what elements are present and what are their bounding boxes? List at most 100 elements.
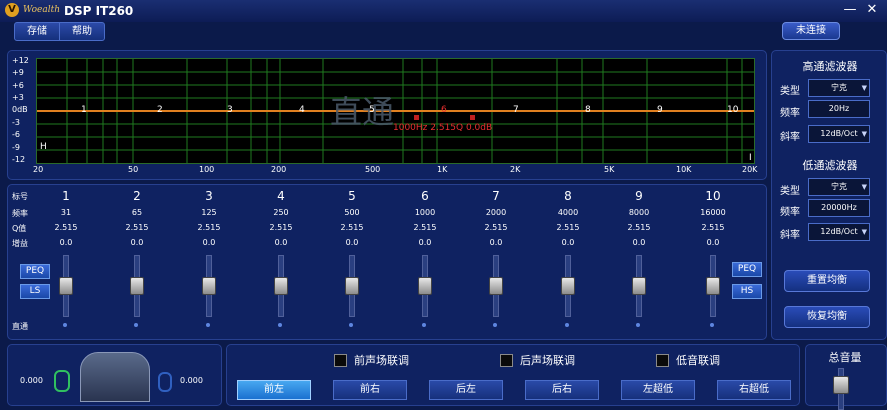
band-gain[interactable]: 0.0 (322, 238, 382, 247)
ls-button[interactable]: LS (20, 284, 50, 299)
gain-slider-thumb[interactable] (489, 277, 503, 295)
band-freq[interactable]: 1000 (395, 208, 455, 217)
band-gain[interactable]: 0.0 (395, 238, 455, 247)
gain-slider-thumb[interactable] (418, 277, 432, 295)
band-q[interactable]: 2.515 (538, 223, 598, 232)
bypass-dot[interactable] (422, 323, 426, 327)
band-freq[interactable]: 4000 (538, 208, 598, 217)
band-freq[interactable]: 31 (36, 208, 96, 217)
band-marker[interactable]: 8 (585, 105, 591, 115)
band-gain[interactable]: 0.0 (609, 238, 669, 247)
band-gain[interactable]: 0.0 (36, 238, 96, 247)
band-gain[interactable]: 0.0 (251, 238, 311, 247)
volume-slider-thumb[interactable] (833, 376, 849, 394)
restore-eq-button[interactable]: 恢复均衡 (784, 306, 870, 328)
band-freq[interactable]: 250 (251, 208, 311, 217)
band-freq[interactable]: 125 (179, 208, 239, 217)
gain-slider-thumb[interactable] (59, 277, 73, 295)
lowpass-freq-field[interactable]: 20000Hz (808, 199, 870, 217)
right-delay-value: 0.000 (180, 376, 203, 385)
band-q[interactable]: 2.515 (466, 223, 526, 232)
eq-point-marker[interactable] (470, 115, 475, 120)
band-marker[interactable]: 1 (81, 105, 87, 115)
band-marker[interactable]: 9 (657, 105, 663, 115)
band-marker[interactable]: 3 (227, 105, 233, 115)
right-speaker-icon[interactable] (158, 372, 172, 392)
band-freq[interactable]: 16000 (683, 208, 743, 217)
band-q[interactable]: 2.515 (179, 223, 239, 232)
band-q[interactable]: 2.515 (683, 223, 743, 232)
band-q[interactable]: 2.515 (322, 223, 382, 232)
menu-save[interactable]: 存储 (15, 23, 59, 40)
gain-slider-thumb[interactable] (632, 277, 646, 295)
band-q[interactable]: 2.515 (395, 223, 455, 232)
band-q[interactable]: 2.515 (609, 223, 669, 232)
rear-link-checkbox[interactable]: 后声场联调 (500, 352, 575, 368)
low-cut-marker[interactable]: H (40, 142, 47, 152)
channel-left-sub[interactable]: 左超低 (621, 380, 695, 400)
channel-rear-left[interactable]: 后左 (429, 380, 503, 400)
band-gain[interactable]: 0.0 (683, 238, 743, 247)
band-gain[interactable]: 0.0 (538, 238, 598, 247)
peq-button-left[interactable]: PEQ (20, 264, 50, 279)
band-freq[interactable]: 500 (322, 208, 382, 217)
gain-slider-thumb[interactable] (130, 277, 144, 295)
channel-front-right[interactable]: 前右 (333, 380, 407, 400)
band-q[interactable]: 2.515 (107, 223, 167, 232)
band-marker[interactable]: 5 (369, 105, 375, 115)
band-marker[interactable]: 6 (441, 105, 447, 115)
band-marker[interactable]: 2 (157, 105, 163, 115)
sub-link-checkbox[interactable]: 低音联调 (656, 352, 720, 368)
highpass-type-select[interactable]: 宁克 ▼ (808, 79, 870, 97)
band-gain[interactable]: 0.0 (107, 238, 167, 247)
left-speaker-icon[interactable] (54, 370, 70, 392)
band-gain[interactable]: 0.0 (179, 238, 239, 247)
front-link-checkbox[interactable]: 前声场联调 (334, 352, 409, 368)
bypass-dot[interactable] (493, 323, 497, 327)
lowpass-type-select[interactable]: 宁克 ▼ (808, 178, 870, 196)
gain-slider-thumb[interactable] (274, 277, 288, 295)
gain-slider-thumb[interactable] (202, 277, 216, 295)
hs-button[interactable]: HS (732, 284, 762, 299)
channel-rear-right[interactable]: 后右 (525, 380, 599, 400)
band-marker[interactable]: 10 (727, 105, 738, 115)
gain-slider-thumb[interactable] (561, 277, 575, 295)
eq-point-marker[interactable] (414, 115, 419, 120)
reset-eq-button[interactable]: 重置均衡 (784, 270, 870, 292)
eq-graph[interactable]: 直通 1000Hz 2.515Q 0.0dB H I 1 2 3 4 5 6 7… (36, 58, 755, 164)
highpass-freq-field[interactable]: 20Hz (808, 100, 870, 118)
y-tick: +9 (12, 68, 24, 77)
gain-slider-thumb[interactable] (345, 277, 359, 295)
bypass-dot[interactable] (63, 323, 67, 327)
band-q[interactable]: 2.515 (36, 223, 96, 232)
band-number: 5 (348, 189, 356, 203)
band-freq[interactable]: 8000 (609, 208, 669, 217)
channel-front-left[interactable]: 前左 (237, 380, 311, 400)
band-freq[interactable]: 2000 (466, 208, 526, 217)
gain-slider-thumb[interactable] (706, 277, 720, 295)
bypass-dot[interactable] (349, 323, 353, 327)
y-tick: -12 (12, 155, 26, 164)
bypass-dot[interactable] (636, 323, 640, 327)
band-q[interactable]: 2.515 (251, 223, 311, 232)
bypass-dot[interactable] (134, 323, 138, 327)
band-freq[interactable]: 65 (107, 208, 167, 217)
peq-button-right[interactable]: PEQ (732, 262, 762, 277)
minimize-button[interactable]: — (840, 1, 860, 19)
lowpass-slope-select[interactable]: 12dB/Oct ▼ (808, 223, 870, 241)
lowpass-title: 低通滤波器 (802, 159, 858, 172)
band-marker[interactable]: 4 (299, 105, 305, 115)
bypass-dot[interactable] (206, 323, 210, 327)
channel-right-sub[interactable]: 右超低 (717, 380, 791, 400)
close-button[interactable]: ✕ (862, 1, 882, 19)
highpass-slope-select[interactable]: 12dB/Oct ▼ (808, 125, 870, 143)
band-gain[interactable]: 0.0 (466, 238, 526, 247)
x-tick: 100 (199, 165, 215, 174)
bypass-dot[interactable] (278, 323, 282, 327)
high-cut-marker[interactable]: I (749, 153, 752, 163)
bypass-dot[interactable] (710, 323, 714, 327)
connect-button[interactable]: 未连接 (782, 22, 840, 40)
menu-help[interactable]: 帮助 (59, 23, 104, 40)
band-marker[interactable]: 7 (513, 105, 519, 115)
bypass-dot[interactable] (565, 323, 569, 327)
